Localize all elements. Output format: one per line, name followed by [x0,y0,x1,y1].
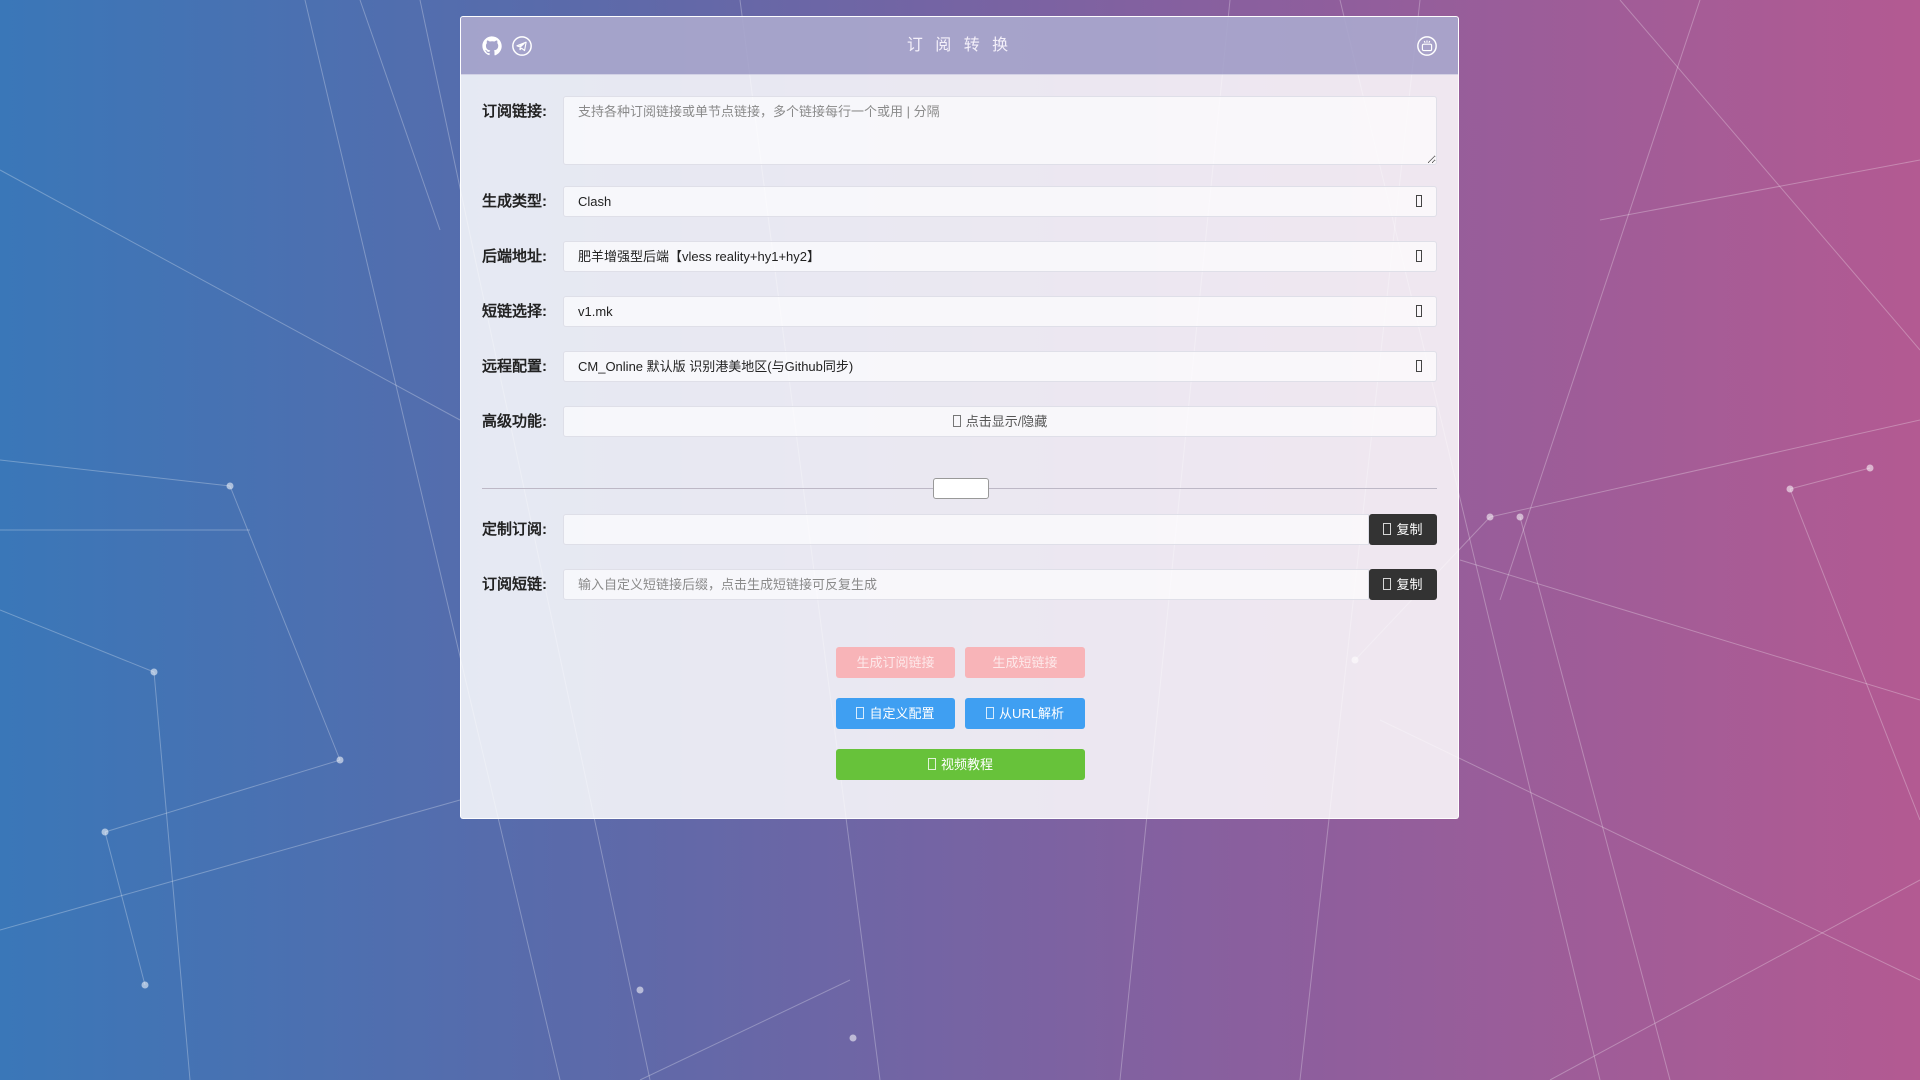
short-sub-input[interactable]: 输入自定义短链接后缀，点击生成短链接可反复生成 [563,569,1369,600]
chevron-down-icon [1416,360,1422,372]
background-line [0,459,231,487]
background-dot [226,482,234,490]
copy-icon [1383,578,1392,590]
background-dot [1866,464,1874,472]
backend-label: 后端地址: [482,248,547,265]
card-header: 订 阅 转 换 [461,17,1458,75]
page-title: 订 阅 转 换 [906,37,1013,54]
background-line [359,0,441,231]
row-custom-sub: 定制订阅: 复制 [482,514,1437,545]
background-dot [336,756,344,764]
background-dot [1786,485,1794,493]
remote-config-value: CM_Online 默认版 识别港美地区(与Github同步) [578,359,854,374]
row-shortlink-service: 短链选择: v1.mk [482,296,1437,327]
copy-label: 复制 [1396,577,1423,592]
subscription-input[interactable] [563,96,1437,165]
background-line [1789,488,1920,821]
background-line [1459,559,1920,701]
background-line [1549,879,1920,1080]
row-backend: 后端地址: 肥羊增强型后端【vless reality+hy1+hy2】 [482,241,1437,272]
background-dot [1516,513,1524,521]
advanced-toggle-text: 点击显示/隐藏 [965,414,1048,429]
custom-sub-label: 定制订阅: [482,521,547,538]
background-line [1489,419,1920,518]
background-line [639,979,851,1080]
background-line [153,671,191,1080]
copy-short-sub-button[interactable]: 复制 [1369,569,1437,600]
remote-config-label: 远程配置: [482,358,547,375]
parse-url-button[interactable]: 从URL解析 [965,698,1085,729]
background-line [1499,0,1701,601]
video-tutorial-button[interactable]: 视频教程 [836,749,1085,780]
background-line [1379,719,1920,981]
copy-icon [1383,523,1392,535]
link-icon [985,707,994,719]
background-line [1519,516,1671,1080]
background-line [104,759,341,833]
youtube-icon[interactable] [1416,35,1438,57]
chevron-down-icon [1416,195,1422,207]
background-line [0,609,155,673]
shortlink-service-label: 短链选择: [482,303,547,320]
backend-select[interactable]: 肥羊增强型后端【vless reality+hy1+hy2】 [563,241,1437,272]
row-short-sub: 订阅短链: 输入自定义短链接后缀，点击生成短链接可反复生成 复制 [482,569,1437,600]
chevron-down-icon [1416,305,1422,317]
background-dot [1486,513,1494,521]
custom-config-button[interactable]: 自定义配置 [836,698,955,729]
copy-label: 复制 [1396,522,1423,537]
generate-short-button[interactable]: 生成短链接 [965,647,1085,678]
remote-config-select[interactable]: CM_Online 默认版 识别港美地区(与Github同步) [563,351,1437,382]
parse-url-label: 从URL解析 [998,706,1064,721]
advanced-label: 高级功能: [482,413,547,430]
background-dot [150,668,158,676]
advanced-toggle[interactable]: 点击显示/隐藏 [563,406,1437,437]
target-select[interactable]: Clash [563,186,1437,217]
chevron-down-icon [1416,250,1422,262]
target-label: 生成类型: [482,193,547,210]
row-subscription: 订阅链接: [482,96,1437,165]
custom-config-label: 自定义配置 [869,706,935,721]
background-line [1599,159,1920,221]
video-tutorial-label: 视频教程 [940,757,993,772]
background-dot [636,986,644,994]
edit-icon [856,707,865,719]
row-advanced: 高级功能: 点击显示/隐藏 [482,406,1437,437]
background-line [0,799,461,931]
video-icon [927,758,936,770]
converter-card: 订 阅 转 换 订阅链接: 生成类型: Clash 后端地址: 肥羊增强型后端【… [460,16,1459,819]
row-remote-config: 远程配置: CM_Online 默认版 识别港美地区(与Github同步) [482,351,1437,382]
custom-sub-output[interactable] [563,514,1369,545]
generate-sub-button[interactable]: 生成订阅链接 [836,647,955,678]
eye-icon [952,415,961,427]
subscription-label: 订阅链接: [482,103,547,120]
target-value: Clash [578,194,612,209]
shortlink-service-select[interactable]: v1.mk [563,296,1437,327]
background-line [1789,467,1871,490]
shortlink-service-value: v1.mk [578,304,613,319]
background-line [104,831,146,986]
background-dot [141,981,149,989]
row-target: 生成类型: Clash [482,186,1437,217]
background-line [229,485,341,761]
background-dot [101,828,109,836]
divider-toggle-button[interactable] [933,478,989,499]
background-line [1619,0,1920,351]
background-line [0,169,461,421]
short-sub-label: 订阅短链: [482,576,547,593]
background-dot [849,1034,857,1042]
backend-value: 肥羊增强型后端【vless reality+hy1+hy2】 [578,249,821,264]
copy-custom-sub-button[interactable]: 复制 [1369,514,1437,545]
